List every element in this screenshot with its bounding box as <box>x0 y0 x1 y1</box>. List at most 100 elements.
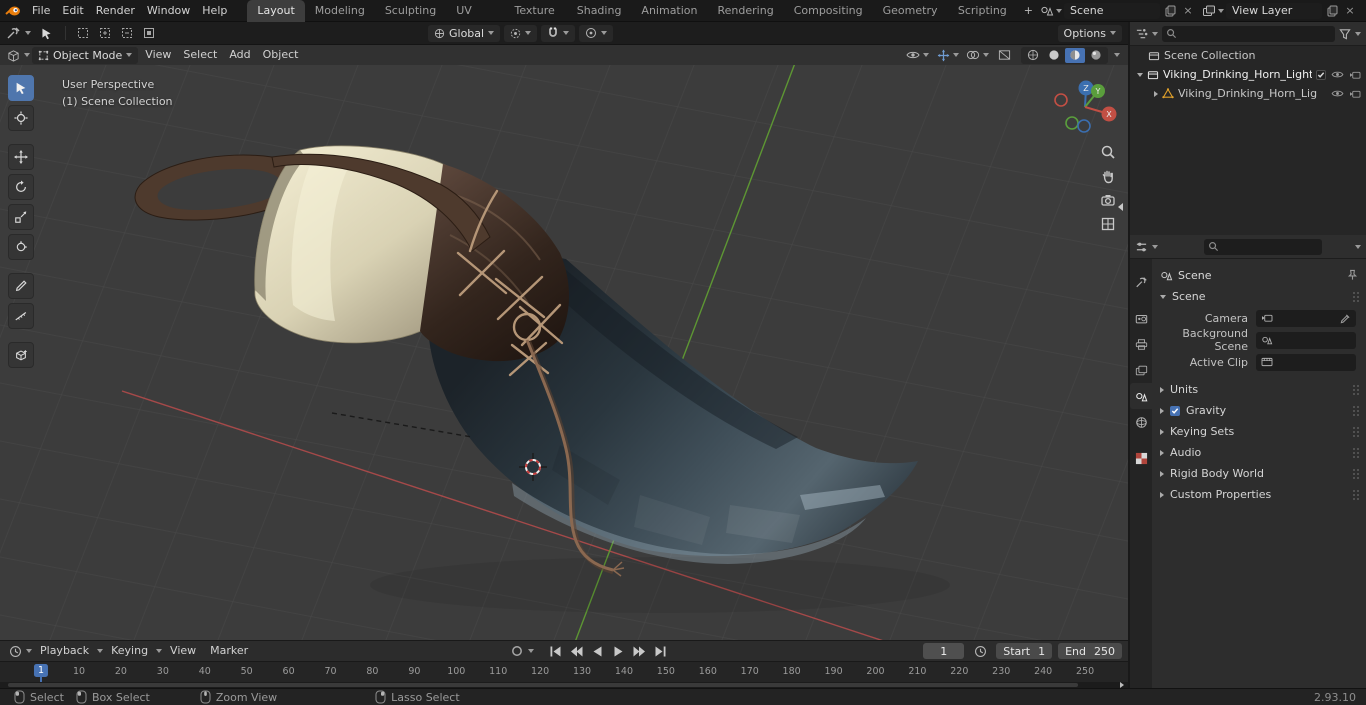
select-mode-extend-icon[interactable] <box>96 27 114 39</box>
panel-audio[interactable]: Audio <box>1152 442 1366 463</box>
outliner-editor-chevron-icon[interactable] <box>1152 31 1158 36</box>
tab-world[interactable] <box>1130 409 1152 435</box>
timeline-menu-playback[interactable]: Playback <box>34 641 95 661</box>
panel-rigid-body-world[interactable]: Rigid Body World <box>1152 463 1366 484</box>
menu-edit[interactable]: Edit <box>56 0 89 22</box>
hide-eye-icon[interactable] <box>1331 70 1344 79</box>
shading-solid-button[interactable] <box>1044 48 1064 63</box>
editor-type-icon[interactable] <box>4 49 22 62</box>
outliner-row-scene-collection[interactable]: Scene Collection <box>1130 46 1366 65</box>
playhead-label[interactable]: 1 <box>33 664 49 677</box>
current-frame-field[interactable]: 1 <box>923 643 965 659</box>
workspace-tab-compositing[interactable]: Compositing <box>784 0 873 22</box>
viewport-menu-object[interactable]: Object <box>258 45 304 65</box>
blender-logo-icon[interactable] <box>0 4 26 18</box>
overlays-chevron-icon[interactable] <box>983 53 989 57</box>
viewport-3d[interactable]: User Perspective (1) Scene Collection Z … <box>0 65 1128 640</box>
select-mode-new-icon[interactable] <box>74 27 92 39</box>
jump-to-start-button[interactable] <box>546 644 564 659</box>
auto-keying-record-icon[interactable] <box>508 645 526 657</box>
eyedropper-icon[interactable] <box>1340 313 1351 324</box>
shading-material-preview-button[interactable] <box>1065 47 1085 63</box>
properties-options-chevron-icon[interactable] <box>1355 244 1361 249</box>
workspace-tab-texture-paint[interactable]: Texture Paint <box>505 0 567 39</box>
tool-add-cube-button[interactable] <box>8 342 34 368</box>
view-layer-new-button[interactable] <box>1324 3 1340 19</box>
object-visibility-icon[interactable] <box>905 50 921 60</box>
select-mode-subtract-icon[interactable] <box>118 27 136 39</box>
workspace-tab-sculpting[interactable]: Sculpting <box>375 0 446 22</box>
proportional-editing-toggle[interactable] <box>579 24 614 42</box>
transform-orientation-dropdown[interactable]: Global <box>428 24 501 42</box>
workspace-tab-geometry-nodes[interactable]: Geometry Nodes <box>873 0 948 39</box>
workspace-tab-rendering[interactable]: Rendering <box>708 0 784 22</box>
drag-dots-icon[interactable] <box>1352 489 1360 501</box>
zoom-tool-icon[interactable] <box>1100 144 1116 160</box>
panel-units[interactable]: Units <box>1152 379 1366 400</box>
drag-dots-icon[interactable] <box>1352 291 1360 303</box>
viewport-menu-add[interactable]: Add <box>224 45 255 65</box>
view-layer-field[interactable]: View Layer <box>1226 2 1322 19</box>
tool-tweak-button[interactable] <box>8 75 34 101</box>
camera-field-input[interactable] <box>1256 309 1356 327</box>
editor-type-chevron-icon[interactable] <box>24 53 30 57</box>
background-scene-input[interactable] <box>1256 331 1356 349</box>
tab-view-layer[interactable] <box>1130 357 1152 383</box>
tool-annotate-button[interactable] <box>8 273 34 299</box>
outliner-filter-chevron-icon[interactable] <box>1355 31 1361 36</box>
drag-dots-icon[interactable] <box>1352 405 1360 417</box>
drag-dots-icon[interactable] <box>1352 384 1360 396</box>
view-layer-browse-chevron-icon[interactable] <box>1218 8 1224 13</box>
gravity-checkbox[interactable] <box>1170 405 1180 416</box>
disable-render-camera-icon[interactable] <box>1349 89 1361 99</box>
panel-scene-header[interactable]: Scene <box>1152 286 1366 307</box>
outliner-editor-icon[interactable] <box>1135 28 1148 40</box>
shading-rendered-button[interactable] <box>1086 48 1106 63</box>
active-tool-icon[interactable] <box>35 27 57 40</box>
object-visibility-chevron-icon[interactable] <box>923 53 929 57</box>
workspace-tab-shading[interactable]: Shading <box>567 0 632 22</box>
menu-window[interactable]: Window <box>141 0 196 22</box>
scene-unlink-button[interactable]: × <box>1180 3 1196 19</box>
gizmo-neg-y-ball[interactable] <box>1065 116 1079 130</box>
camera-view-icon[interactable] <box>1100 192 1116 208</box>
proportional-chevron-icon[interactable] <box>601 31 608 35</box>
viewport-menu-select[interactable]: Select <box>178 45 222 65</box>
tab-render[interactable] <box>1130 305 1152 331</box>
drag-dots-icon[interactable] <box>1352 426 1360 438</box>
xray-toggle-icon[interactable] <box>995 49 1013 61</box>
timeline-editor-chevron-icon[interactable] <box>26 649 32 653</box>
ortho-grid-icon[interactable] <box>1100 216 1116 232</box>
navigation-gizmo[interactable]: Z Y X <box>1040 65 1128 149</box>
gizmo-neg-x-ball[interactable] <box>1054 93 1068 107</box>
next-keyframe-button[interactable] <box>630 644 648 659</box>
outliner-row-collection[interactable]: Viking_Drinking_Horn_Light_i <box>1130 65 1366 84</box>
menu-file[interactable]: File <box>26 0 56 22</box>
outliner-search-input[interactable] <box>1162 25 1335 42</box>
workspace-tab-layout[interactable]: Layout <box>247 0 305 22</box>
panel-keying-sets[interactable]: Keying Sets <box>1152 421 1366 442</box>
timeline-menu-view[interactable]: View <box>164 641 202 661</box>
timeline-menu-marker[interactable]: Marker <box>204 641 254 661</box>
tool-rotate-button[interactable] <box>8 174 34 200</box>
select-mode-invert-icon[interactable] <box>140 27 158 39</box>
shading-chevron-icon[interactable] <box>1114 53 1120 57</box>
workspace-tab-modeling[interactable]: Modeling <box>305 0 375 22</box>
tab-output[interactable] <box>1130 331 1152 357</box>
tool-settings-chevron-icon[interactable] <box>25 31 31 35</box>
active-clip-input[interactable] <box>1256 353 1356 371</box>
auto-keying-chevron-icon[interactable] <box>528 649 535 653</box>
workspace-tab-uv-editing[interactable]: UV Editing <box>446 0 504 39</box>
scrollbar-handle[interactable] <box>8 683 1078 687</box>
properties-editor-chevron-icon[interactable] <box>1152 244 1158 249</box>
timeline-editor-icon[interactable] <box>6 645 24 658</box>
view-layer-remove-button[interactable]: × <box>1342 3 1358 19</box>
expand-collection-icon[interactable] <box>1137 72 1143 77</box>
tool-settings-editor-icon[interactable] <box>6 26 21 40</box>
properties-editor-icon[interactable] <box>1135 241 1148 253</box>
use-preview-range-icon[interactable] <box>970 645 990 658</box>
gizmos-icon[interactable] <box>935 49 951 62</box>
tool-scale-button[interactable] <box>8 204 34 230</box>
scene-new-button[interactable] <box>1162 3 1178 19</box>
tool-transform-button[interactable] <box>8 234 34 260</box>
